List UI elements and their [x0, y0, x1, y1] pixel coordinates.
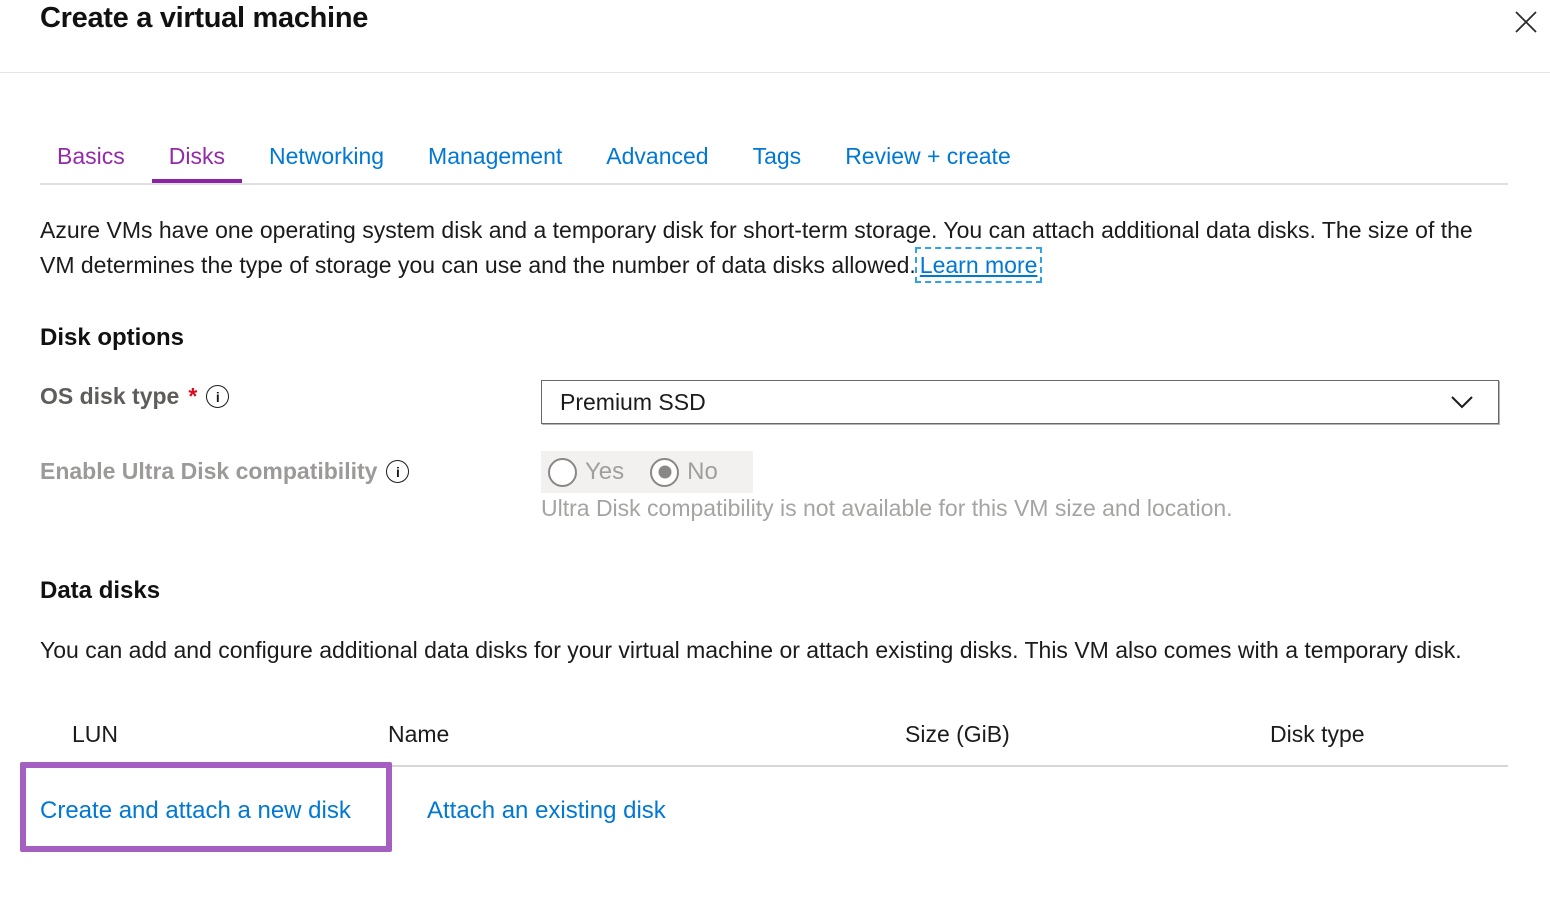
column-header-name: Name: [388, 721, 449, 748]
chevron-down-icon: [1450, 395, 1474, 410]
close-icon[interactable]: [1508, 4, 1544, 40]
create-vm-panel: Create a virtual machine Basics Disks Ne…: [0, 0, 1550, 922]
ultra-disk-helper-text: Ultra Disk compatibility is not availabl…: [541, 495, 1233, 522]
data-disks-heading: Data disks: [40, 577, 160, 605]
tab-tags[interactable]: Tags: [736, 133, 819, 184]
os-disk-type-select[interactable]: Premium SSD: [541, 380, 1499, 424]
radio-option-yes[interactable]: Yes: [548, 458, 624, 487]
tab-basics[interactable]: Basics: [40, 133, 142, 184]
radio-circle-yes: [548, 458, 577, 487]
radio-label-yes: Yes: [585, 458, 624, 486]
close-x-glyph: [1511, 7, 1541, 37]
intro-text: Azure VMs have one operating system disk…: [40, 217, 1473, 278]
required-asterisk: *: [188, 383, 197, 410]
disk-options-heading: Disk options: [40, 324, 184, 352]
table-header-divider: [40, 765, 1508, 767]
column-header-size: Size (GiB): [905, 721, 1010, 748]
info-icon[interactable]: i: [206, 385, 229, 408]
column-header-lun: LUN: [72, 721, 118, 748]
tab-review-create[interactable]: Review + create: [828, 133, 1028, 184]
tab-management[interactable]: Management: [411, 133, 579, 184]
ultra-disk-label: Enable Ultra Disk compatibility: [40, 458, 377, 485]
radio-label-no: No: [687, 458, 718, 486]
tabbar-divider: [40, 183, 1508, 185]
tab-disks[interactable]: Disks: [152, 133, 242, 184]
ultra-disk-radio-group: Yes No: [541, 451, 753, 493]
tab-advanced[interactable]: Advanced: [589, 133, 725, 184]
radio-option-no[interactable]: No: [650, 458, 718, 487]
os-disk-type-label-row: OS disk type * i: [40, 383, 229, 410]
os-disk-type-value: Premium SSD: [542, 389, 706, 416]
ultra-disk-label-row: Enable Ultra Disk compatibility i: [40, 458, 409, 485]
attach-existing-disk-link[interactable]: Attach an existing disk: [427, 797, 666, 825]
header-divider: [0, 72, 1550, 73]
disks-intro-paragraph: Azure VMs have one operating system disk…: [40, 213, 1492, 282]
os-disk-type-label: OS disk type: [40, 383, 179, 410]
data-disks-description: You can add and configure additional dat…: [40, 633, 1492, 668]
learn-more-link[interactable]: Learn more: [920, 252, 1038, 278]
info-icon[interactable]: i: [386, 460, 409, 483]
create-and-attach-new-disk-link[interactable]: Create and attach a new disk: [40, 797, 351, 825]
tab-networking[interactable]: Networking: [252, 133, 401, 184]
column-header-disk-type: Disk type: [1270, 721, 1365, 748]
radio-circle-no: [650, 458, 679, 487]
tab-bar: Basics Disks Networking Management Advan…: [40, 133, 1028, 184]
page-title: Create a virtual machine: [40, 2, 368, 35]
